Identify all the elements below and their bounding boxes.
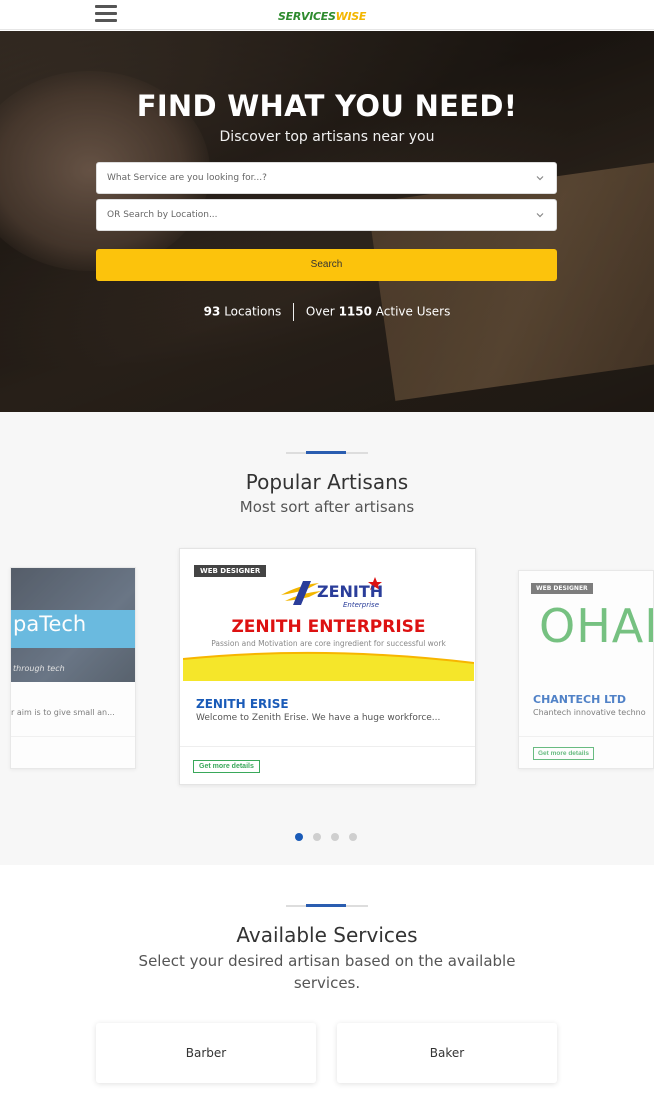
zenith-banner-wave [183,651,474,681]
users-prefix: Over [305,304,335,319]
artisan-card-image: paTech through tech [11,568,135,682]
top-navbar: SERVICESWISE [0,0,654,30]
search-button[interactable]: Search [96,249,557,281]
chevron-down-icon [536,176,544,181]
zenith-banner-tagline: Passion and Motivation are core ingredie… [211,639,446,648]
artisan-logo-text: paTech [13,612,87,636]
logo-part-2: WISE [335,10,367,23]
location-select[interactable]: OR Search by Location... [96,199,557,231]
location-select-placeholder: OR Search by Location... [107,210,218,220]
category-tag: WEB DESIGNER [194,565,267,577]
section-divider [286,904,368,907]
stats-divider [293,303,295,321]
hero-stats: 93 Locations Over 1150 Active Users [0,303,654,321]
artisan-description: r aim is to give small an... [11,708,115,717]
hero-title: FIND WHAT YOU NEED! [136,89,518,123]
locations-label: Locations [224,304,282,319]
chevron-down-icon [536,213,544,218]
artisan-card-next[interactable]: OHAN WEB DESIGNER CHANTECH LTD Chantech … [518,570,654,769]
category-tag: WEB DESIGNER [531,583,593,594]
card-footer [519,736,653,737]
carousel-dot[interactable] [349,833,357,841]
carousel-dot[interactable] [295,833,303,841]
service-card-baker[interactable]: Baker [337,1023,557,1083]
locations-count: 93 [203,304,221,319]
hamburger-icon[interactable] [95,5,117,25]
get-more-details-button[interactable]: Get more details [193,760,260,773]
artisan-name[interactable]: ZENITH ERISE [196,697,289,711]
carousel-dot[interactable] [331,833,339,841]
zenith-banner-title: ZENITH ENTERPRISE [231,617,426,637]
services-subtitle: Select your desired artisan based on the… [138,952,516,992]
zenith-logo-sub: Enterprise [343,601,379,609]
service-card-barber[interactable]: Barber [96,1023,316,1083]
artisan-description: Chantech innovative techno [533,708,646,717]
service-select[interactable]: What Service are you looking for...? [96,162,557,194]
artisan-card-image: ZENITH Enterprise ZENITH ENTERPRISE Pass… [183,559,474,681]
hero-banner: FIND WHAT YOU NEED! Discover top artisan… [0,31,654,412]
artisan-logo-text: OHAN [539,599,653,653]
users-label: Active Users [375,304,451,319]
section-divider [286,451,368,454]
carousel-pagination [295,826,367,841]
get-more-details-button[interactable]: Get more details [533,747,594,760]
artisan-name[interactable]: CHANTECH LTD [533,693,626,706]
site-logo[interactable]: SERVICESWISE [278,10,366,23]
artisan-card-previous[interactable]: paTech through tech r aim is to give sma… [10,567,136,769]
artisans-title: Popular Artisans [245,470,409,494]
service-select-placeholder: What Service are you looking for...? [107,173,267,183]
card-footer [180,746,475,747]
services-title: Available Services [236,923,418,947]
zenith-logo-word: ZENITH [317,582,383,601]
hero-subtitle: Discover top artisans near you [219,129,435,145]
artisan-logo-tagline: through tech [13,664,65,673]
artisan-card-active[interactable]: ZENITH Enterprise ZENITH ENTERPRISE Pass… [179,548,476,785]
logo-part-1: SERVICES [278,10,336,23]
carousel-dot[interactable] [313,833,321,841]
artisans-subtitle: Most sort after artisans [239,498,415,516]
zenith-logo: ZENITH Enterprise [281,577,383,609]
card-footer [11,736,135,737]
users-count: 1150 [338,304,372,319]
artisan-description: Welcome to Zenith Erise. We have a huge … [196,713,441,723]
